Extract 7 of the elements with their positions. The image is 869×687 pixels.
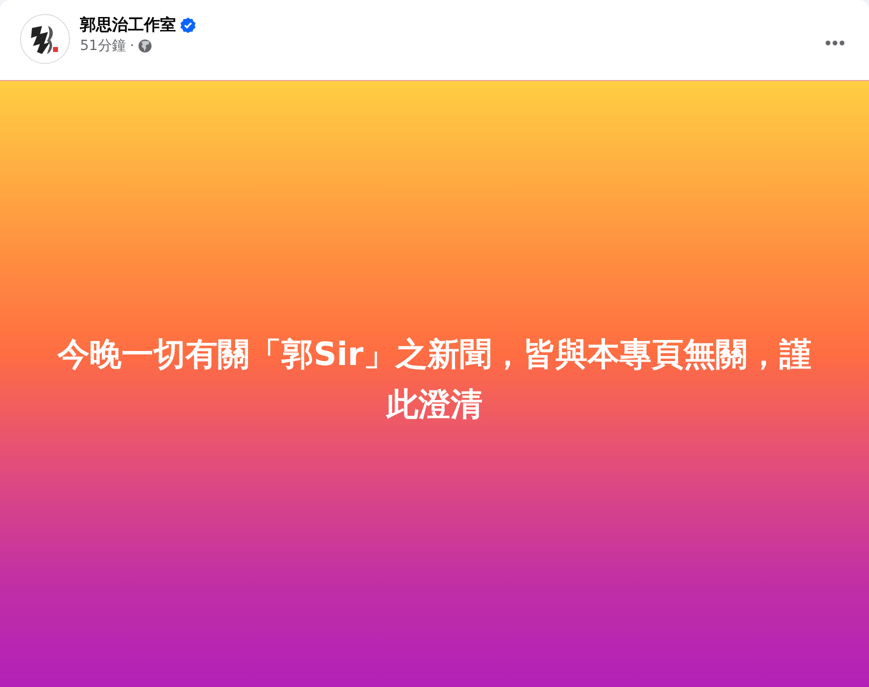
more-icon bbox=[825, 40, 845, 46]
globe-icon[interactable] bbox=[138, 39, 152, 53]
page-avatar[interactable] bbox=[20, 14, 70, 64]
post-time[interactable]: 51分鐘 bbox=[80, 36, 126, 56]
author-name[interactable]: 郭思治工作室 bbox=[80, 14, 176, 36]
post-text: 今晚一切有關「郭Sir」之新聞，皆與本專頁無關，謹此澄清 bbox=[56, 334, 812, 425]
separator: · bbox=[130, 37, 134, 56]
